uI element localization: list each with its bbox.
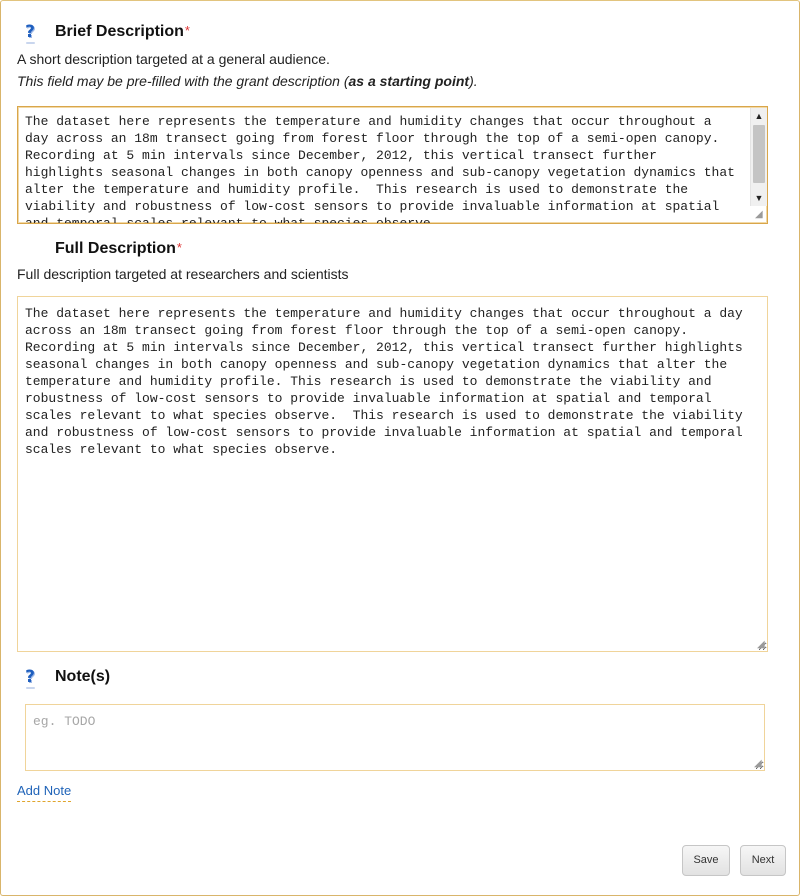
brief-help-text: A short description targeted at a genera… (17, 51, 330, 67)
notes-help-icon[interactable]: ? (22, 667, 38, 689)
save-button[interactable]: Save (682, 845, 730, 876)
required-marker: * (176, 240, 182, 255)
full-help-icon-partial[interactable] (22, 238, 38, 246)
full-description-title: Full Description (55, 240, 176, 257)
next-button[interactable]: Next (740, 845, 786, 876)
full-description-textarea[interactable]: The dataset here represents the temperat… (17, 296, 768, 652)
note-resize-grip-icon[interactable]: ◢ (754, 759, 764, 769)
scroll-down-arrow-icon[interactable]: ▼ (751, 190, 767, 206)
brief-resize-grip-icon[interactable]: ◢ (755, 210, 765, 220)
prefill-note-emphasis: as a starting point (348, 73, 470, 89)
scroll-up-arrow-icon[interactable]: ▲ (751, 108, 767, 124)
full-resize-grip-icon[interactable]: ◢ (757, 640, 767, 650)
prefill-note-prefix: This field may be pre-filled with the gr… (17, 73, 349, 89)
prefill-note-suffix: ). (469, 73, 478, 89)
full-help-text: Full description targeted at researchers… (17, 266, 349, 282)
required-marker: * (184, 23, 190, 38)
note-textarea[interactable] (25, 704, 765, 771)
brief-description-heading: Brief Description* (55, 23, 190, 41)
brief-scrollbar[interactable]: ▲ ▼ (750, 108, 767, 206)
add-note-link[interactable]: Add Note (17, 783, 72, 802)
brief-description-textarea[interactable]: The dataset here represents the temperat… (17, 106, 768, 224)
scroll-thumb[interactable] (753, 125, 765, 183)
brief-description-title: Brief Description (55, 23, 184, 40)
full-description-heading: Full Description* (55, 240, 182, 258)
notes-heading: Note(s) (55, 668, 111, 685)
brief-prefill-note: This field may be pre-filled with the gr… (17, 73, 478, 89)
brief-help-icon[interactable]: ? (22, 22, 38, 44)
